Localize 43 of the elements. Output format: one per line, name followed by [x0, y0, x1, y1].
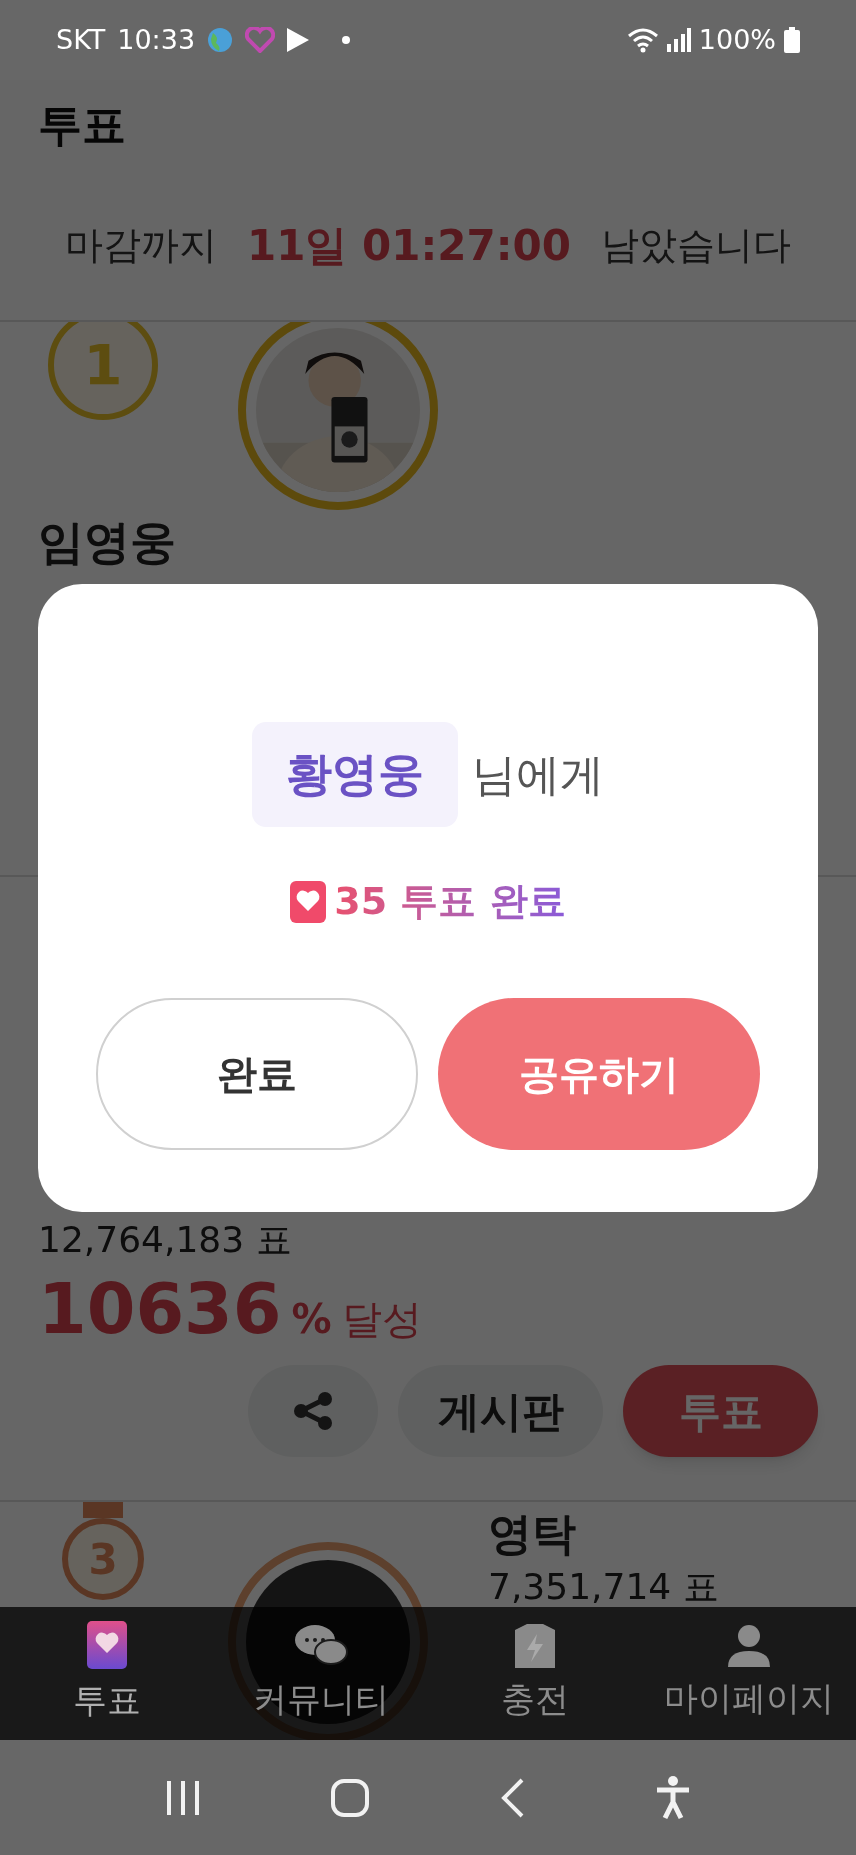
- rank-medal: 1: [48, 322, 158, 420]
- share-button[interactable]: 공유하기: [438, 998, 760, 1150]
- home-icon: [330, 1777, 371, 1818]
- countdown-suffix: 남았습니다: [601, 221, 791, 269]
- percent-sign: %: [291, 1295, 332, 1344]
- clock: 10:33: [117, 22, 196, 57]
- carrier: SKT: [56, 22, 106, 57]
- page-title: 투표: [38, 98, 126, 152]
- recipient-suffix: 님에게: [472, 747, 604, 802]
- lightning-bag-icon: [513, 1622, 557, 1668]
- nav-tab[interactable]: 커뮤니티: [214, 1607, 428, 1740]
- back-icon: [499, 1777, 526, 1818]
- achievement-label: 달성: [341, 1295, 422, 1344]
- recipient-name: 황영웅: [252, 722, 458, 827]
- artist-name: 임영웅: [38, 514, 177, 570]
- countdown-time: 11일 01:27:00: [247, 219, 571, 272]
- countdown-label: 마감까지: [65, 221, 217, 269]
- chat-bubbles-icon: [293, 1622, 349, 1668]
- signal-icon: [666, 28, 691, 52]
- battery-percent: 100%: [698, 22, 776, 57]
- rank-medal: 3: [62, 1518, 144, 1600]
- person-icon: [728, 1623, 770, 1667]
- heart-card-icon: [290, 880, 327, 923]
- dot-icon: [341, 35, 352, 45]
- heart-card-icon: [87, 1621, 127, 1669]
- nav-tab[interactable]: 마이페이지: [642, 1607, 856, 1740]
- recent-apps-icon: [164, 1778, 201, 1817]
- wifi-icon: [626, 27, 659, 53]
- nav-tab[interactable]: 투표: [0, 1607, 214, 1740]
- battery-icon: [784, 27, 800, 53]
- accessibility-icon: [655, 1775, 692, 1820]
- vote-count: 7,351,714 표: [488, 1565, 719, 1609]
- play-icon: [287, 28, 310, 52]
- achievement-percent: 10636: [38, 1269, 282, 1349]
- heart-app-icon: [245, 27, 276, 53]
- done-button[interactable]: 완료: [96, 998, 418, 1150]
- share-icon: [291, 1391, 335, 1431]
- board-button[interactable]: 게시판: [398, 1365, 603, 1457]
- globe-icon: [207, 27, 234, 53]
- nav-tab[interactable]: 충전: [428, 1607, 642, 1740]
- vote-count: 12,764,183 표: [38, 1218, 293, 1262]
- ribbon-icon: [83, 1502, 123, 1518]
- artist-name: 영탁: [488, 1508, 577, 1560]
